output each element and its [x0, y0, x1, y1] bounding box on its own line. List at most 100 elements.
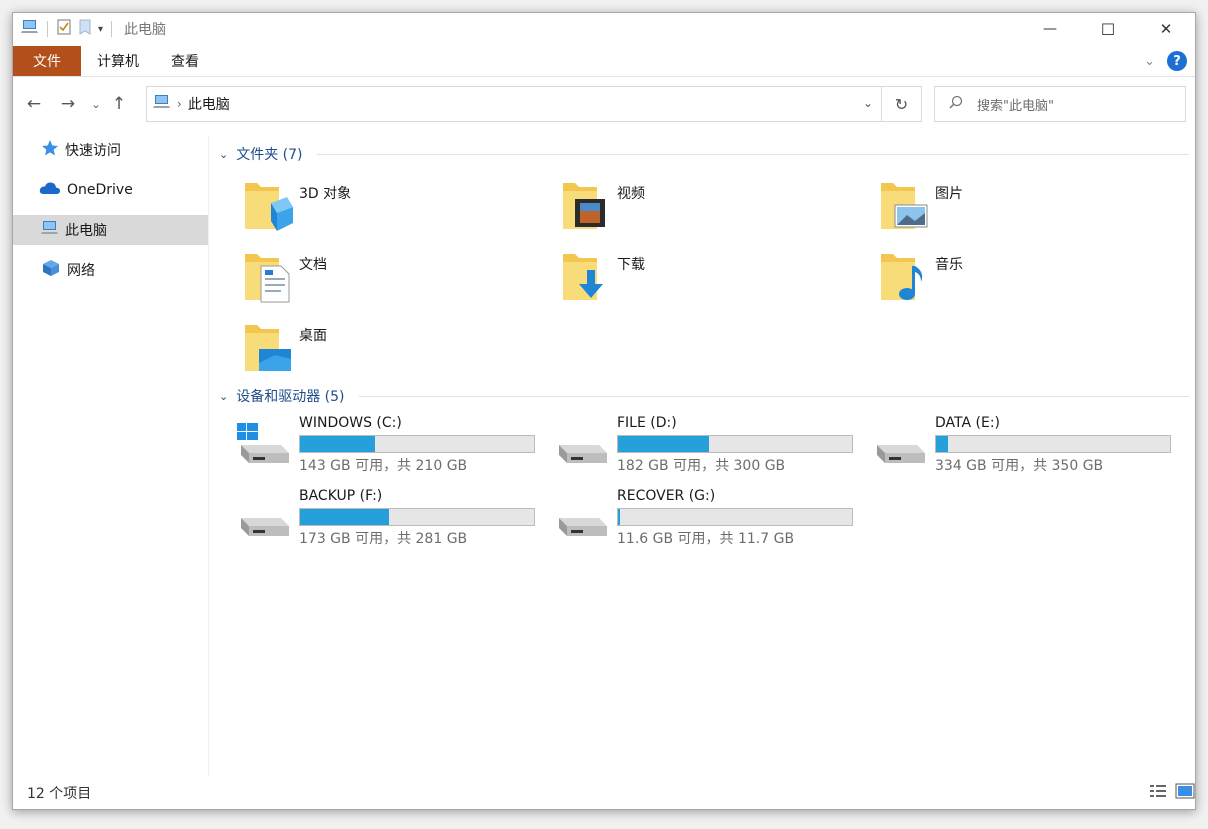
expand-ribbon-icon[interactable]: ⌄ [1144, 54, 1155, 69]
view-switcher [1149, 783, 1195, 803]
toolbar-separator [111, 21, 113, 37]
large-icons-view-icon[interactable] [1175, 783, 1195, 803]
drive-usage-fill [618, 509, 621, 525]
folder-label: 音乐 [935, 257, 963, 273]
drive-item-g[interactable]: RECOVER (G:) 11.6 GB 可用，共 11.7 GB [555, 488, 865, 548]
drive-usage-bar [299, 435, 535, 453]
navigation-pane: 快速访问 OneDrive 此电脑 网络 [13, 135, 209, 777]
sidebar-item-network[interactable]: 网络 [13, 255, 208, 285]
drive-usage-bar [617, 435, 853, 453]
sidebar-item-label: OneDrive [67, 182, 133, 198]
drive-usage-fill [618, 436, 710, 452]
tab-file[interactable]: 文件 [13, 46, 81, 76]
folder-label: 文档 [299, 257, 327, 273]
group-title: 设备和驱动器 (5) [236, 389, 345, 405]
pictures-folder-icon [881, 183, 928, 229]
folder-label: 桌面 [299, 328, 327, 344]
desktop-folder-icon [245, 325, 291, 371]
chevron-down-icon[interactable]: ⌄ [219, 390, 228, 403]
computer-icon [21, 19, 39, 39]
drive-label: FILE (D:) [617, 415, 677, 431]
new-folder-icon[interactable] [78, 19, 92, 39]
drive-item-e[interactable]: DATA (E:) 334 GB 可用，共 350 GB [873, 415, 1183, 475]
drive-item-c[interactable]: WINDOWS (C:) 143 GB 可用，共 210 GB [237, 415, 547, 475]
item-count: 12 个项目 [27, 786, 92, 802]
navigation-bar: ← → ⌄ ↑ › 此电脑 ⌄ ↻ 搜索"此电脑" [13, 83, 1195, 125]
music-folder-icon [881, 254, 923, 300]
maximize-button[interactable]: ☐ [1079, 13, 1137, 45]
drive-label: RECOVER (G:) [617, 488, 716, 504]
folder-item-documents[interactable]: 文档 [243, 248, 543, 312]
drive-usage-bar [299, 508, 535, 526]
address-bar[interactable]: › 此电脑 ⌄ [146, 86, 882, 122]
drive-space-info: 173 GB 可用，共 281 GB [299, 531, 468, 547]
drive-icon [559, 518, 607, 536]
sidebar-item-quick-access[interactable]: 快速访问 [13, 135, 208, 165]
search-placeholder: 搜索"此电脑" [977, 98, 1054, 114]
status-bar: 12 个项目 [13, 777, 1195, 809]
windows-drive-icon [237, 423, 289, 463]
drive-usage-fill [300, 509, 389, 525]
tab-computer[interactable]: 计算机 [81, 46, 155, 76]
folder-item-desktop[interactable]: 桌面 [243, 319, 543, 383]
search-icon [949, 95, 963, 113]
forward-button[interactable]: → [51, 88, 85, 120]
drive-item-d[interactable]: FILE (D:) 182 GB 可用，共 300 GB [555, 415, 865, 475]
drive-space-info: 143 GB 可用，共 210 GB [299, 458, 468, 474]
drive-usage-fill [936, 436, 948, 452]
folder-item-music[interactable]: 音乐 [879, 248, 1179, 312]
3d-objects-folder-icon [245, 183, 293, 231]
folder-item-3d-objects[interactable]: 3D 对象 [243, 177, 543, 241]
drive-space-info: 334 GB 可用，共 350 GB [935, 458, 1104, 474]
network-icon [41, 259, 61, 281]
quick-access-toolbar: ▾ 此电脑 [13, 13, 166, 45]
downloads-folder-icon [563, 254, 603, 300]
drive-label: DATA (E:) [935, 415, 1001, 431]
folder-item-videos[interactable]: 视频 [561, 177, 861, 241]
help-button[interactable]: ? [1167, 51, 1187, 71]
sidebar-item-this-pc[interactable]: 此电脑 [13, 215, 208, 245]
properties-icon[interactable] [56, 19, 72, 39]
tab-view[interactable]: 查看 [155, 46, 215, 76]
folder-label: 图片 [935, 186, 963, 202]
drive-item-f[interactable]: BACKUP (F:) 173 GB 可用，共 281 GB [237, 488, 547, 548]
breadcrumb[interactable]: 此电脑 [188, 94, 230, 114]
title-bar: ▾ 此电脑 — ☐ ✕ [13, 13, 1195, 45]
recent-locations-button[interactable]: ⌄ [85, 88, 107, 120]
drive-space-info: 182 GB 可用，共 300 GB [617, 458, 786, 474]
computer-icon [153, 94, 171, 114]
sidebar-item-label: 此电脑 [65, 223, 107, 239]
drive-icon [559, 445, 607, 463]
toolbar-separator [47, 21, 48, 37]
back-button[interactable]: ← [17, 88, 51, 120]
drive-usage-bar [935, 435, 1171, 453]
ribbon-tabs: 文件 计算机 查看 ⌄ ? [13, 45, 1195, 77]
star-icon [41, 139, 59, 161]
file-view: ⌄ 文件夹 (7) 3D 对象 视频 图片 文档 下载 音乐 桌面 ⌄ 设备和驱… [211, 135, 1191, 777]
address-dropdown-icon[interactable]: ⌄ [863, 96, 873, 110]
up-button[interactable]: ↑ [107, 88, 131, 120]
drives-group-header[interactable]: ⌄ 设备和驱动器 (5) [219, 385, 1189, 407]
sidebar-item-onedrive[interactable]: OneDrive [13, 175, 208, 205]
drive-usage-fill [300, 436, 375, 452]
ribbon-right: ⌄ ? [1144, 51, 1187, 71]
drive-label: BACKUP (F:) [299, 488, 383, 504]
search-input[interactable]: 搜索"此电脑" [934, 86, 1186, 122]
folder-item-downloads[interactable]: 下载 [561, 248, 861, 312]
drive-label: WINDOWS (C:) [299, 415, 402, 431]
close-button[interactable]: ✕ [1137, 13, 1195, 45]
folder-item-pictures[interactable]: 图片 [879, 177, 1179, 241]
videos-folder-icon [563, 183, 605, 229]
customize-toolbar-icon[interactable]: ▾ [98, 24, 103, 35]
chevron-down-icon[interactable]: ⌄ [219, 148, 228, 161]
details-view-icon[interactable] [1149, 783, 1167, 803]
group-title: 文件夹 (7) [236, 147, 303, 163]
folders-group-header[interactable]: ⌄ 文件夹 (7) [219, 143, 1189, 165]
refresh-button[interactable]: ↻ [882, 86, 922, 122]
minimize-button[interactable]: — [1021, 13, 1079, 45]
folder-label: 视频 [617, 186, 645, 202]
breadcrumb-separator-icon[interactable]: › [177, 97, 182, 111]
folder-label: 下载 [617, 257, 645, 273]
window-controls: — ☐ ✕ [1021, 13, 1195, 45]
sidebar-item-label: 快速访问 [65, 143, 121, 159]
